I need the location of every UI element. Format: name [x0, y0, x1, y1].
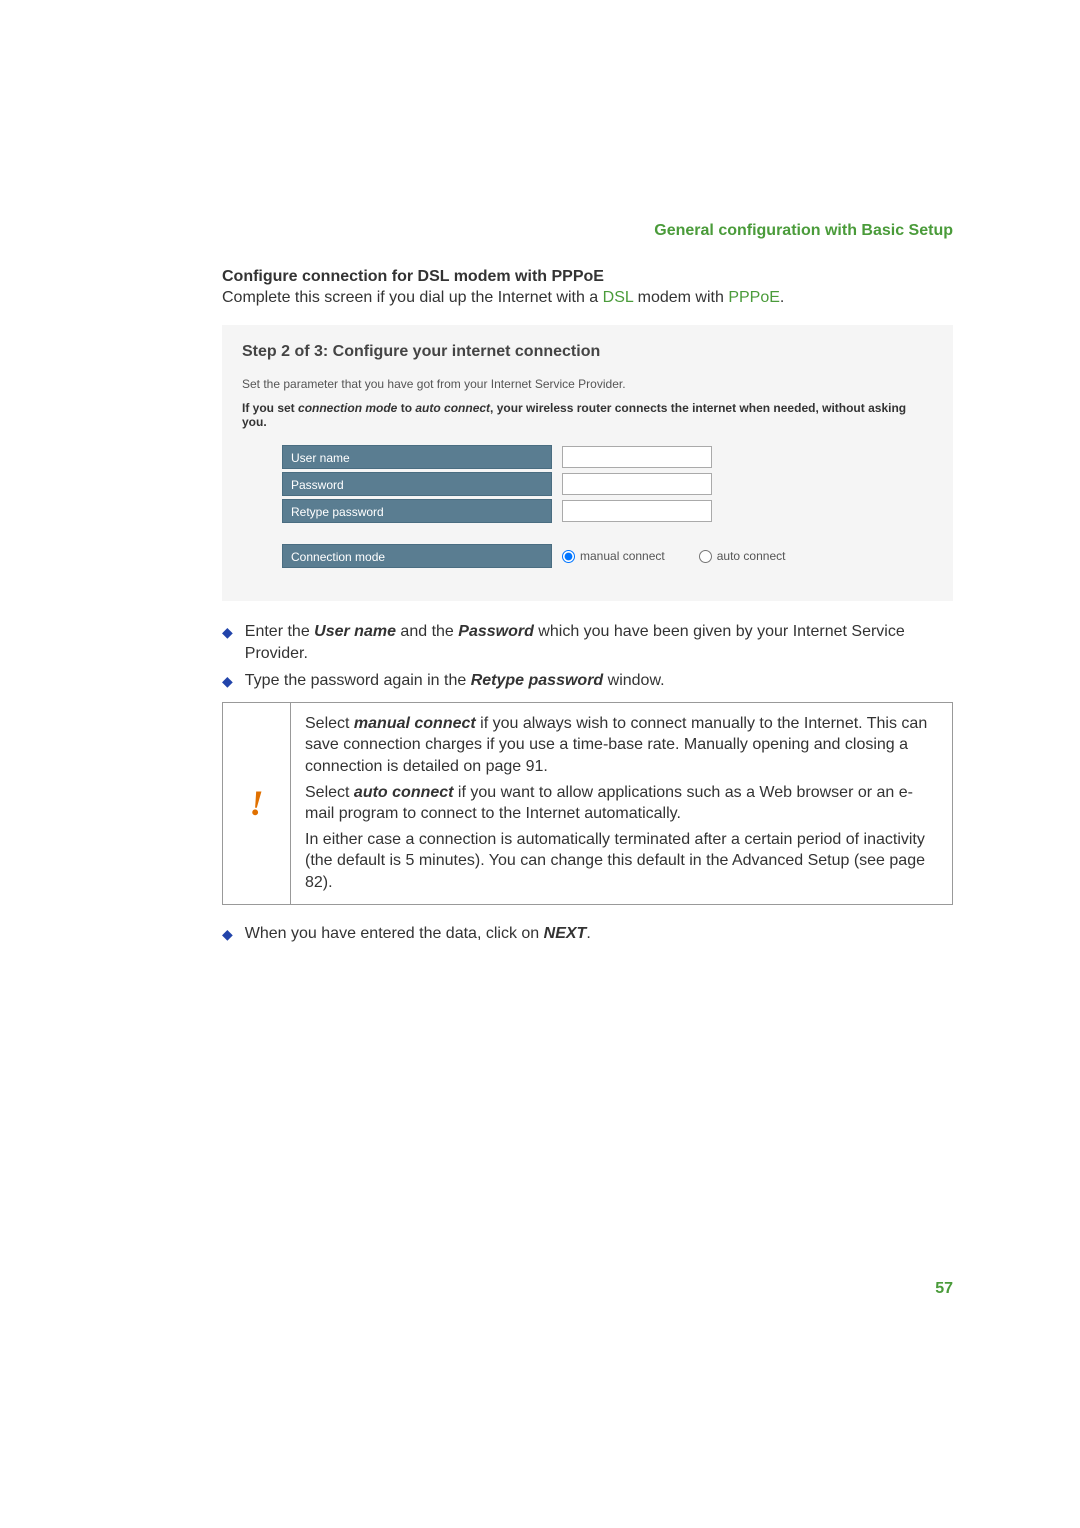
radio-manual-input[interactable] [562, 550, 575, 563]
radio-manual-label: manual connect [580, 549, 665, 563]
b1-password: Password [458, 623, 534, 640]
diamond-icon: ◆ [222, 672, 233, 691]
tip-icon-cell: ! [223, 702, 291, 904]
tip3: In either case a connection is automatic… [305, 829, 938, 894]
link-dsl[interactable]: DSL [603, 289, 634, 306]
intro-post: . [780, 289, 784, 306]
note-pre: If you set [242, 401, 298, 415]
b1-pre: Enter the [245, 623, 314, 640]
row-password: Password [282, 472, 893, 496]
intro-mid: modem with [633, 289, 728, 306]
note-em1: connection mode [298, 401, 397, 415]
row-username: User name [282, 445, 893, 469]
label-retype: Retype password [282, 499, 552, 523]
tip1-bold: manual connect [354, 715, 476, 732]
section-heading: Configure connection for DSL modem with … [222, 268, 953, 286]
page-number: 57 [935, 1280, 953, 1298]
form-note: If you set connection mode to auto conne… [242, 401, 933, 429]
label-password: Password [282, 472, 552, 496]
b2-pre: Type the password again in the [245, 672, 471, 689]
b2-post: window. [603, 672, 664, 689]
input-password[interactable] [562, 473, 712, 495]
final-pre: When you have entered the data, click on [245, 925, 544, 942]
form-description: Set the parameter that you have got from… [242, 377, 933, 391]
row-retype: Retype password [282, 499, 893, 523]
diamond-icon: ◆ [222, 925, 233, 944]
input-username[interactable] [562, 446, 712, 468]
radio-manual-connect[interactable]: manual connect [562, 549, 665, 563]
b1-mid: and the [396, 623, 458, 640]
form-rows: User name Password Retype password Conne… [242, 445, 933, 568]
radio-auto-input[interactable] [699, 550, 712, 563]
page-header-breadcrumb: General configuration with Basic Setup [222, 222, 953, 240]
note-mid: to [397, 401, 415, 415]
final-next: NEXT [544, 925, 587, 942]
step-title: Step 2 of 3: Configure your internet con… [242, 343, 933, 361]
b2-retype: Retype password [471, 672, 603, 689]
tip-content: Select manual connect if you always wish… [291, 702, 953, 904]
final-instruction-list: ◆ When you have entered the data, click … [222, 923, 953, 945]
radio-auto-connect[interactable]: auto connect [699, 549, 786, 563]
tip-box: ! Select manual connect if you always wi… [222, 702, 953, 905]
bullet-final: ◆ When you have entered the data, click … [222, 923, 953, 945]
final-post: . [586, 925, 590, 942]
instruction-list: ◆ Enter the User name and the Password w… [222, 621, 953, 692]
exclamation-icon: ! [249, 783, 263, 823]
diamond-icon: ◆ [222, 623, 233, 642]
tip1-pre: Select [305, 715, 354, 732]
tip2-bold: auto connect [354, 784, 454, 801]
intro-text: Complete this screen if you dial up the … [222, 289, 953, 307]
label-connmode: Connection mode [282, 544, 552, 568]
config-screenshot: Step 2 of 3: Configure your internet con… [222, 325, 953, 601]
b1-username: User name [314, 623, 396, 640]
row-connmode: Connection mode manual connect auto conn… [282, 544, 893, 568]
bullet-1: ◆ Enter the User name and the Password w… [222, 621, 953, 664]
intro-pre: Complete this screen if you dial up the … [222, 289, 603, 306]
link-pppoe[interactable]: PPPoE [728, 289, 780, 306]
radio-auto-label: auto connect [717, 549, 786, 563]
tip2-pre: Select [305, 784, 354, 801]
bullet-2: ◆ Type the password again in the Retype … [222, 670, 953, 692]
note-em2: auto connect [415, 401, 490, 415]
label-username: User name [282, 445, 552, 469]
radio-group-connmode: manual connect auto connect [562, 549, 785, 563]
input-retype[interactable] [562, 500, 712, 522]
